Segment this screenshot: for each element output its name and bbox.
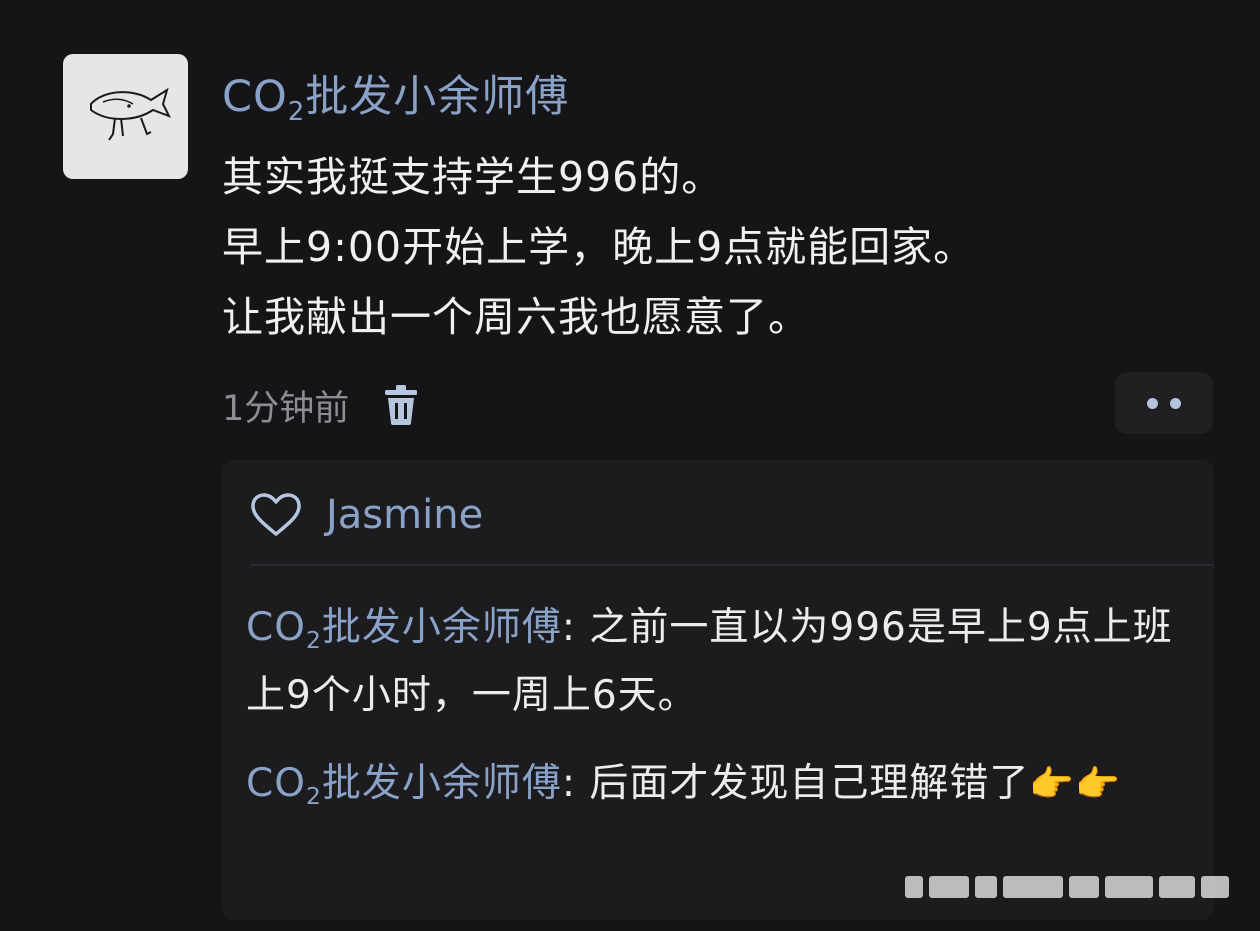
likes-row: Jasmine xyxy=(250,488,483,542)
more-options-button[interactable] xyxy=(1115,372,1213,434)
more-dots-icon xyxy=(1170,397,1181,409)
fish-doodle-icon xyxy=(90,87,172,141)
trash-icon[interactable] xyxy=(385,385,418,425)
post-author-name[interactable]: CO2批发小余师傅 xyxy=(222,62,569,127)
post-timestamp: 1分钟前 xyxy=(222,388,350,429)
divider xyxy=(250,564,1214,566)
comments-panel: Jasmine CO2批发小余师傅: 之前一直以为996是早上9点上班上9个小时… xyxy=(222,460,1214,920)
comment-author[interactable]: CO2批发小余师傅 xyxy=(246,605,562,654)
post-text: 其实我挺支持学生996的。 早上9:00开始上学，晚上9点就能回家。 让我献出一… xyxy=(222,142,975,352)
comment-text: : 后面才发现自己理解错了 xyxy=(561,761,1030,806)
post-line: 早上9:00开始上学，晚上9点就能回家。 xyxy=(222,223,976,271)
heart-icon[interactable] xyxy=(250,492,302,538)
more-dots-icon xyxy=(1147,397,1158,409)
post-line: 其实我挺支持学生996的。 xyxy=(222,153,724,201)
comment-item[interactable]: CO2批发小余师傅: 之前一直以为996是早上9点上班上9个小时，一周上6天。 xyxy=(246,596,1211,728)
comment-author[interactable]: CO2批发小余师傅 xyxy=(246,761,562,810)
avatar[interactable] xyxy=(63,54,188,179)
like-user-name[interactable]: Jasmine xyxy=(326,492,483,538)
post-line: 让我献出一个周六我也愿意了。 xyxy=(222,293,810,341)
watermark xyxy=(905,872,1230,902)
pointing-hand-emoji: 👉👉 xyxy=(1029,764,1122,805)
comment-item[interactable]: CO2批发小余师傅: 后面才发现自己理解错了👉👉 xyxy=(246,752,1211,820)
post-meta: 1分钟前 xyxy=(222,380,418,430)
